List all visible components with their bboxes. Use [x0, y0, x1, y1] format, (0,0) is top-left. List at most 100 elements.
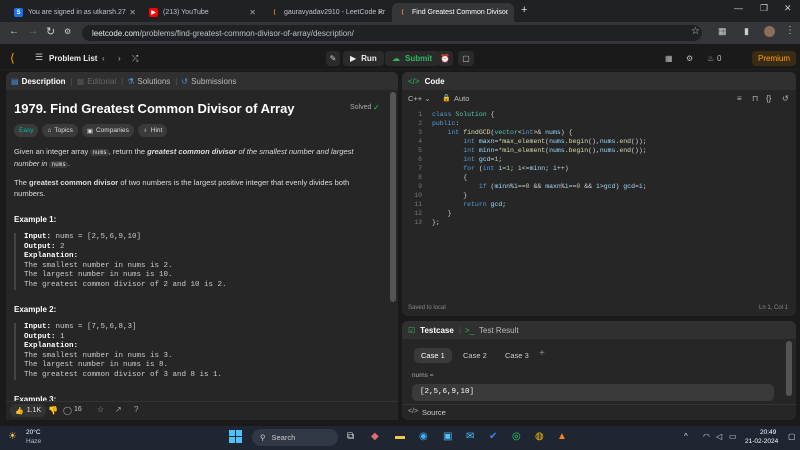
- todo-icon[interactable]: ✔: [489, 431, 497, 442]
- bookmark-icon[interactable]: ⊓: [752, 94, 758, 103]
- close-window-icon[interactable]: ✕: [784, 3, 792, 14]
- task-view-icon[interactable]: ⧉: [347, 431, 354, 442]
- menu-icon[interactable]: ⋮: [785, 25, 795, 36]
- case-2-tab[interactable]: Case 2: [456, 348, 494, 363]
- whatsapp-icon[interactable]: ◎: [512, 431, 521, 442]
- close-tab-icon[interactable]: ✕: [377, 8, 384, 17]
- clock-time[interactable]: 20:49: [760, 429, 776, 436]
- clock-date[interactable]: 21-02-2024: [745, 438, 778, 445]
- topics-label: Topics: [54, 127, 73, 134]
- debug-icon[interactable]: ✎: [326, 51, 340, 66]
- share-icon[interactable]: ↗: [115, 405, 122, 414]
- forward-icon[interactable]: →: [28, 26, 38, 37]
- windows-start-icon[interactable]: [229, 430, 242, 443]
- back-icon[interactable]: ←: [9, 26, 19, 37]
- braces-icon[interactable]: {}: [766, 94, 771, 103]
- minimize-icon[interactable]: —: [734, 3, 743, 13]
- code-line: int maxn=*max_element(nums.begin(),nums.…: [463, 138, 647, 145]
- vlc-icon[interactable]: ▲: [557, 431, 567, 442]
- check-circle-icon: ✓: [373, 103, 380, 112]
- explanation-line: The largest number in nums is 8.: [24, 361, 169, 369]
- notes-icon[interactable]: ▢: [458, 51, 474, 66]
- browser-tab[interactable]: S You are signed in as utkarsh.27 ✕: [8, 3, 141, 22]
- next-problem-icon[interactable]: ›: [118, 51, 121, 66]
- premium-button[interactable]: Premium: [752, 51, 797, 66]
- comment-icon[interactable]: ◯: [63, 406, 72, 415]
- topics-tag[interactable]: ⌂ Topics: [42, 124, 78, 137]
- notification-icon[interactable]: ▢: [788, 432, 796, 441]
- run-button[interactable]: ▶ Run: [343, 51, 384, 66]
- scrollbar[interactable]: [390, 92, 396, 302]
- thumbs-up-icon: 👍: [15, 407, 24, 415]
- mail-icon[interactable]: ✉: [466, 431, 474, 442]
- browser-tab[interactable]: ▶ (213) YouTube ✕: [143, 3, 261, 22]
- source-toggle[interactable]: Source: [422, 408, 446, 417]
- code-brackets-icon: </>: [408, 76, 420, 86]
- add-case-icon[interactable]: +: [539, 348, 545, 359]
- reset-icon[interactable]: ↺: [782, 94, 789, 103]
- companies-tag[interactable]: ▣ Companies: [81, 124, 134, 137]
- leetcode-logo-icon[interactable]: ⟨: [10, 51, 15, 65]
- edge-icon[interactable]: ◉: [419, 431, 428, 442]
- line-number: 9: [418, 183, 422, 190]
- tab-testcase[interactable]: Testcase: [420, 326, 454, 335]
- extensions-icon[interactable]: ▦: [718, 26, 727, 37]
- case-3-tab[interactable]: Case 3: [498, 348, 536, 363]
- file-explorer-icon[interactable]: ▬: [395, 431, 405, 442]
- site-info-icon[interactable]: ⚙: [64, 27, 71, 36]
- store-icon[interactable]: ▣: [443, 431, 452, 442]
- app-icon[interactable]: ◆: [371, 431, 379, 442]
- tab-description[interactable]: Description: [22, 77, 66, 86]
- code-panel-title: Code: [424, 76, 445, 86]
- sidebar-icon[interactable]: ▮: [744, 26, 749, 37]
- autocomplete-mode[interactable]: Auto: [454, 94, 469, 103]
- code-editor[interactable]: 1 class Solution { 2 public: 3 int findG…: [404, 108, 796, 308]
- format-icon[interactable]: ≡: [737, 94, 742, 103]
- battery-icon[interactable]: ▭: [729, 432, 737, 441]
- wifi-icon[interactable]: ◠: [703, 432, 710, 441]
- language-select[interactable]: C++ ⌄: [408, 94, 431, 103]
- shuffle-icon[interactable]: ⤮: [132, 51, 138, 66]
- chrome-icon[interactable]: ◍: [535, 431, 544, 442]
- prev-problem-icon[interactable]: ‹: [102, 51, 105, 66]
- submit-button[interactable]: ☁ Submit: [385, 51, 440, 66]
- layout-icon[interactable]: ▦: [665, 51, 673, 66]
- case-1-tab[interactable]: Case 1: [414, 348, 452, 363]
- tab-test-result[interactable]: Test Result: [479, 326, 519, 335]
- close-tab-icon[interactable]: ✕: [249, 8, 256, 17]
- tab-editorial[interactable]: Editorial: [87, 77, 116, 86]
- building-icon: ▣: [86, 127, 93, 135]
- hint-tag[interactable]: ♁ Hint: [137, 124, 168, 137]
- maximize-icon[interactable]: ❐: [760, 3, 768, 14]
- close-tab-icon[interactable]: ✕: [129, 8, 136, 17]
- browser-tab-active[interactable]: ⟨ Find Greatest Common Divisor ✕: [392, 3, 514, 22]
- browser-tab[interactable]: ⟨ gauravyadav2910 - LeetCode Pr ✕: [264, 3, 389, 22]
- lightbulb-icon: ♁: [142, 127, 148, 134]
- scrollbar[interactable]: [786, 341, 792, 396]
- like-button[interactable]: 👍 1.1K: [10, 404, 47, 417]
- volume-icon[interactable]: ◁: [716, 432, 722, 441]
- settings-icon[interactable]: ⚙: [686, 51, 693, 66]
- taskbar-search[interactable]: ⚲ Search: [252, 429, 338, 446]
- favorite-star-icon[interactable]: ☆: [97, 405, 104, 414]
- new-tab-icon[interactable]: +: [521, 4, 527, 16]
- example-heading: Example 2:: [14, 305, 57, 314]
- gcd-definition: The greatest common divisor of two numbe…: [14, 177, 379, 199]
- profile-avatar[interactable]: [764, 26, 775, 37]
- help-icon[interactable]: ?: [134, 405, 138, 414]
- tab-submissions[interactable]: Submissions: [191, 77, 236, 86]
- chevron-up-icon[interactable]: ^: [684, 432, 688, 441]
- tab-solutions[interactable]: Solutions: [137, 77, 170, 86]
- url-bar[interactable]: leetcode.com/problems/find-greatest-comm…: [82, 25, 702, 41]
- bookmark-star-icon[interactable]: ☆: [691, 26, 700, 37]
- explanation-line: The largest number in nums is 10.: [24, 271, 173, 279]
- close-tab-icon[interactable]: ✕: [502, 8, 509, 17]
- line-number: 1: [418, 111, 422, 118]
- reload-icon[interactable]: ↻: [46, 25, 55, 38]
- inline-code: nums: [90, 149, 109, 156]
- timer-icon[interactable]: ⏰: [437, 51, 453, 66]
- nums-input[interactable]: [2,5,6,9,10]: [412, 384, 774, 401]
- problem-list-link[interactable]: Problem List: [49, 51, 97, 66]
- explanation-line: The greatest common divisor of 2 and 10 …: [24, 280, 227, 289]
- thumbs-down-icon[interactable]: 👎: [48, 406, 58, 415]
